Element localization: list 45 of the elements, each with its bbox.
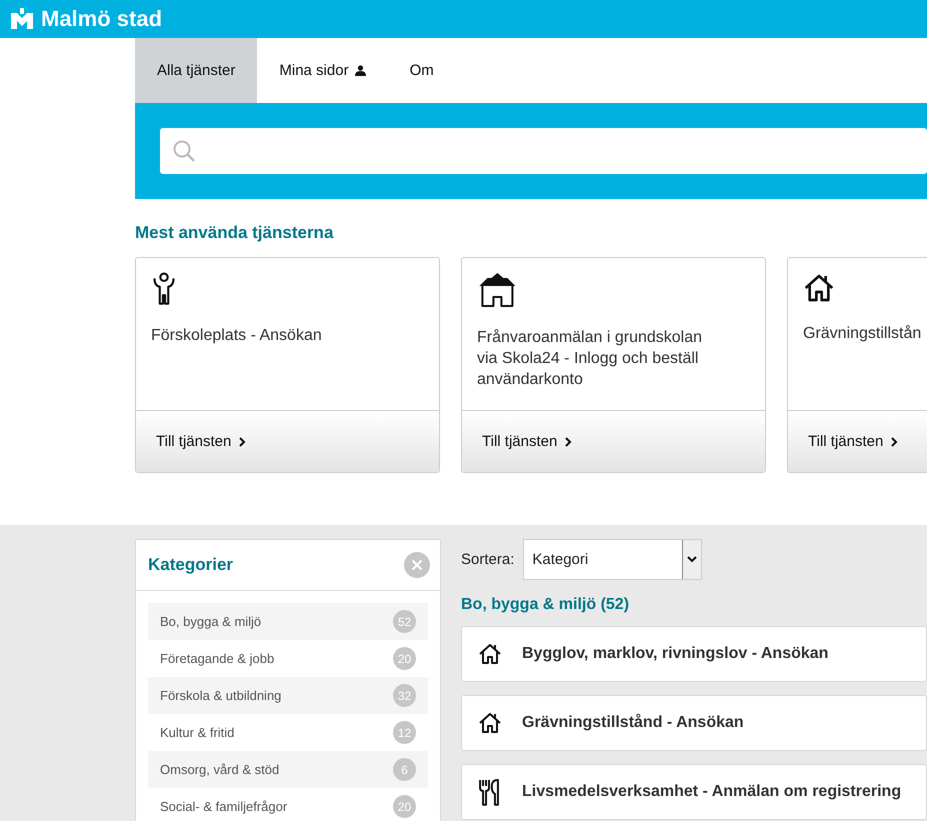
go-to-service-button[interactable]: Till tjänsten: [136, 410, 439, 472]
category-name: Bo, bygga & miljö: [160, 614, 262, 629]
count-badge: 12: [393, 721, 416, 744]
card-title: Förskoleplats - Ansökan: [151, 326, 323, 346]
search-field[interactable]: [160, 128, 927, 174]
category-name: Omsorg, vård & stöd: [160, 762, 280, 777]
count-badge: 20: [393, 647, 416, 670]
count-badge: 6: [393, 758, 416, 781]
sort-select[interactable]: Kategori: [523, 539, 702, 580]
search-icon: [172, 139, 196, 163]
cutlery-icon: [478, 778, 502, 806]
category-item[interactable]: Bo, bygga & miljö 52: [148, 603, 428, 640]
panel-title: Kategorier: [148, 555, 234, 575]
category-name: Kultur & fritid: [160, 725, 234, 740]
service-list-item[interactable]: Livsmedelsverksamhet - Anmälan om registrering: [461, 764, 927, 820]
card-title: Frånvaroanmälan i grundskolan via Skola24 - Inlogg och beställ användarkonto: [477, 328, 704, 390]
close-icon[interactable]: [404, 552, 430, 578]
count-badge: 52: [393, 610, 416, 633]
category-name: Social- & familjefrågor: [160, 799, 288, 814]
count-badge: 20: [393, 795, 416, 818]
section-heading: Mest använda tjänsterna: [135, 223, 334, 243]
category-item[interactable]: Förskola & utbildning 32: [148, 677, 428, 714]
results-heading: Bo, bygga & miljö (52): [461, 596, 630, 614]
nav-tab[interactable]: Alla tjänster: [135, 38, 258, 103]
chevron-right-icon: [891, 436, 898, 446]
house-icon: [478, 711, 502, 735]
count-badge: 32: [393, 684, 416, 707]
go-to-service-button[interactable]: Till tjänsten: [788, 410, 927, 472]
school-house-icon: [477, 272, 518, 308]
chevron-right-icon: [239, 436, 246, 446]
card-title: Grävningstillstån: [803, 324, 922, 344]
house-icon: [803, 272, 835, 304]
chevron-down-icon: [687, 556, 698, 563]
child-icon: [151, 272, 177, 306]
house-icon: [478, 642, 502, 666]
city-crest-icon: [10, 7, 34, 31]
sort-label: Sortera:: [461, 551, 514, 568]
service-list-item[interactable]: Grävningstillstånd - Ansökan: [461, 695, 927, 751]
service-list-item[interactable]: Bygglov, marklov, rivningslov - Ansökan: [461, 626, 927, 682]
category-item[interactable]: Omsorg, vård & stöd 6: [148, 751, 428, 788]
person-icon: [354, 65, 366, 76]
go-to-service-button[interactable]: Till tjänsten: [462, 410, 765, 472]
category-name: Företagande & jobb: [160, 651, 274, 666]
chevron-right-icon: [565, 436, 572, 446]
category-name: Förskola & utbildning: [160, 688, 282, 703]
